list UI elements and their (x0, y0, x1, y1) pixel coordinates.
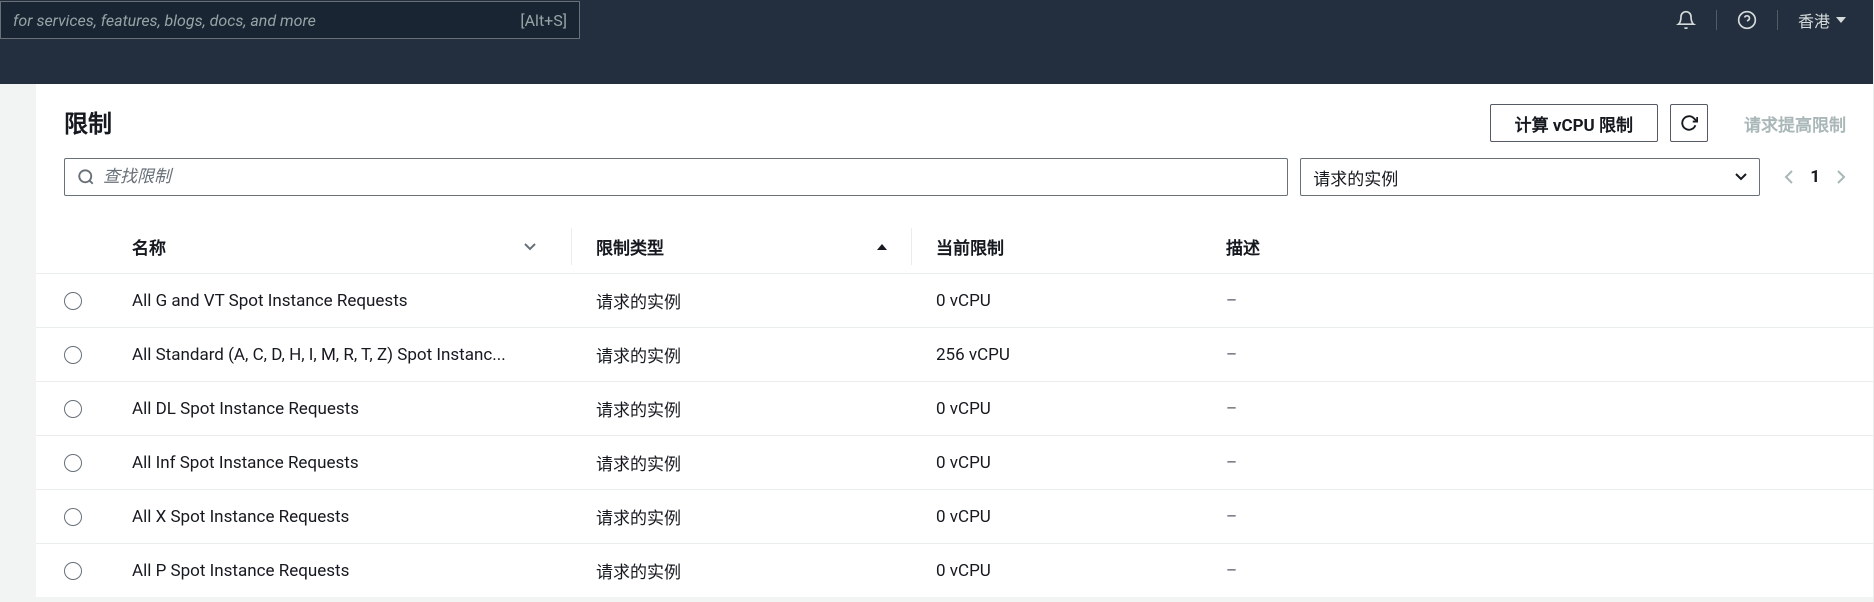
prev-page-button[interactable] (1784, 169, 1794, 185)
row-desc: – (1202, 399, 1846, 419)
limits-table: 名称 限制类型 当前限制 (36, 220, 1874, 597)
col-desc-header[interactable]: 描述 (1202, 234, 1846, 259)
page-title: 限制 (64, 104, 112, 139)
compute-vcpu-button[interactable]: 计算 vCPU 限制 (1490, 104, 1658, 142)
row-desc: – (1202, 291, 1846, 311)
content-area: 限制 计算 vCPU 限制 请求提高限制 请求的实例 (0, 84, 1874, 597)
search-input[interactable] (103, 167, 1275, 187)
nav-divider (1716, 10, 1717, 30)
table-header: 名称 限制类型 当前限制 (36, 220, 1874, 274)
row-radio[interactable] (64, 400, 82, 418)
row-select (64, 400, 132, 418)
refresh-icon (1680, 114, 1698, 132)
row-select (64, 454, 132, 472)
row-type: 请求的实例 (572, 396, 912, 421)
col-limit-header[interactable]: 当前限制 (912, 234, 1202, 259)
row-radio[interactable] (64, 292, 82, 310)
row-name: All G and VT Spot Instance Requests (132, 291, 572, 311)
row-select (64, 562, 132, 580)
row-type: 请求的实例 (572, 504, 912, 529)
row-select (64, 508, 132, 526)
filter-row: 请求的实例 1 (36, 158, 1874, 196)
request-increase-button: 请求提高限制 (1720, 104, 1846, 142)
help-icon[interactable] (1729, 2, 1765, 38)
row-desc: – (1202, 345, 1846, 365)
col-type-header[interactable]: 限制类型 (572, 234, 912, 259)
dropdown-value: 请求的实例 (1313, 165, 1398, 190)
page-number: 1 (1810, 167, 1820, 187)
limits-panel: 限制 计算 vCPU 限制 请求提高限制 请求的实例 (36, 84, 1874, 597)
row-name: All Standard (A, C, D, H, I, M, R, T, Z)… (132, 345, 572, 365)
row-limit: 256 vCPU (912, 345, 1202, 365)
caret-down-icon (1735, 173, 1747, 181)
row-select (64, 292, 132, 310)
type-dropdown[interactable]: 请求的实例 (1300, 158, 1760, 196)
table-row: All G and VT Spot Instance Requests 请求的实… (36, 274, 1874, 328)
notifications-icon[interactable] (1668, 2, 1704, 38)
row-radio[interactable] (64, 454, 82, 472)
row-name: All X Spot Instance Requests (132, 507, 572, 527)
search-icon (77, 168, 95, 186)
table-row: All DL Spot Instance Requests 请求的实例 0 vC… (36, 382, 1874, 436)
pagination: 1 (1772, 167, 1846, 187)
panel-header: 限制 计算 vCPU 限制 请求提高限制 (36, 84, 1874, 158)
row-select (64, 346, 132, 364)
row-desc: – (1202, 507, 1846, 527)
row-limit: 0 vCPU (912, 399, 1202, 419)
chevron-right-icon (1836, 169, 1846, 185)
top-nav: for services, features, blogs, docs, and… (0, 0, 1874, 40)
table-body: All G and VT Spot Instance Requests 请求的实… (36, 274, 1874, 597)
row-name: All DL Spot Instance Requests (132, 399, 572, 419)
table-row: All Inf Spot Instance Requests 请求的实例 0 v… (36, 436, 1874, 490)
table-row: All X Spot Instance Requests 请求的实例 0 vCP… (36, 490, 1874, 544)
search-placeholder: for services, features, blogs, docs, and… (13, 11, 316, 30)
global-search[interactable]: for services, features, blogs, docs, and… (0, 1, 580, 39)
sort-desc-icon (524, 243, 536, 251)
row-limit: 0 vCPU (912, 507, 1202, 527)
row-limit: 0 vCPU (912, 453, 1202, 473)
table-row: All Standard (A, C, D, H, I, M, R, T, Z)… (36, 328, 1874, 382)
region-selector[interactable]: 香港 (1790, 8, 1854, 32)
nav-right: 香港 (1668, 2, 1874, 38)
row-type: 请求的实例 (572, 558, 912, 583)
region-label: 香港 (1798, 8, 1830, 32)
row-radio[interactable] (64, 346, 82, 364)
row-desc: – (1202, 561, 1846, 581)
nav-divider (1777, 10, 1778, 30)
caret-down-icon (1836, 17, 1846, 23)
row-limit: 0 vCPU (912, 561, 1202, 581)
search-shortcut: [Alt+S] (520, 11, 567, 30)
col-name-header[interactable]: 名称 (132, 234, 572, 259)
row-type: 请求的实例 (572, 342, 912, 367)
panel-actions: 计算 vCPU 限制 请求提高限制 (1490, 104, 1846, 142)
next-page-button[interactable] (1836, 169, 1846, 185)
row-limit: 0 vCPU (912, 291, 1202, 311)
row-type: 请求的实例 (572, 288, 912, 313)
row-radio[interactable] (64, 508, 82, 526)
row-name: All P Spot Instance Requests (132, 561, 572, 581)
table-row: All P Spot Instance Requests 请求的实例 0 vCP… (36, 544, 1874, 597)
refresh-button[interactable] (1670, 104, 1708, 142)
row-name: All Inf Spot Instance Requests (132, 453, 572, 473)
sort-asc-icon (876, 243, 888, 251)
row-radio[interactable] (64, 562, 82, 580)
row-type: 请求的实例 (572, 450, 912, 475)
chevron-left-icon (1784, 169, 1794, 185)
sub-nav (0, 40, 1874, 84)
row-desc: – (1202, 453, 1846, 473)
search-filter[interactable] (64, 158, 1288, 196)
